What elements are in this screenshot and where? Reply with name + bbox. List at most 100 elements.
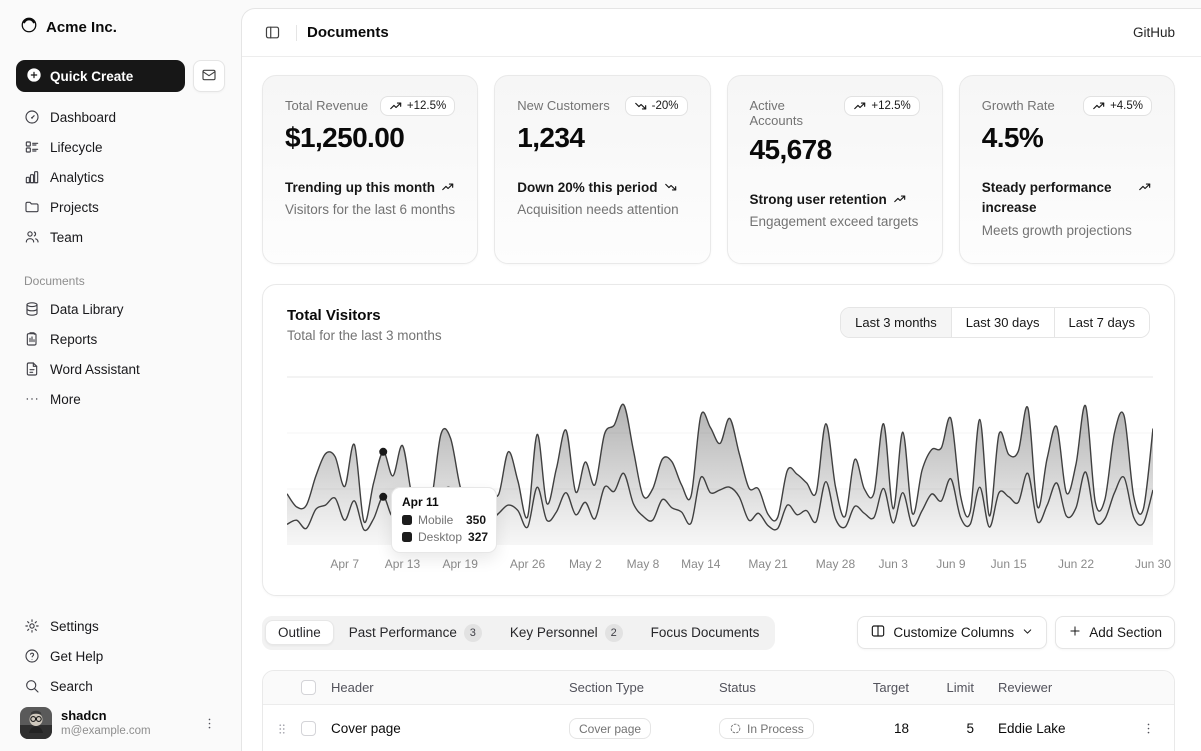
main-panel: Documents GitHub Total Revenue +12.5% $1…	[241, 8, 1201, 751]
search-icon	[24, 678, 40, 694]
stat-cards: Total Revenue +12.5% $1,250.00 Trending …	[262, 75, 1175, 264]
top-header: Documents GitHub	[242, 9, 1201, 57]
sidebar-item-dashboard[interactable]: Dashboard	[16, 102, 225, 132]
tooltip-date: Apr 11	[402, 495, 486, 509]
customize-columns-button[interactable]: Customize Columns	[857, 616, 1047, 649]
visitors-subtitle: Total for the last 3 months	[287, 328, 442, 343]
sidebar-nav-secondary: Settings Get Help Search	[16, 611, 225, 701]
x-axis-tick: Apr 19	[443, 557, 478, 571]
nav-label: Get Help	[50, 649, 103, 664]
range-last-3-months[interactable]: Last 3 months	[841, 308, 951, 337]
table-header-row: Header Section Type Status Target Limit …	[263, 671, 1174, 705]
customize-columns-label: Customize Columns	[893, 625, 1014, 640]
x-axis-tick: Jun 15	[991, 557, 1027, 571]
sidebar-toggle-button[interactable]	[258, 19, 286, 47]
col-section-type: Section Type	[569, 680, 719, 695]
user-email: m@example.com	[61, 724, 189, 738]
sidebar-nav-main: Dashboard Lifecycle Analytics Projects T…	[16, 102, 225, 252]
stat-label: New Customers	[517, 96, 609, 113]
trend-badge: +12.5%	[380, 96, 455, 116]
sidebar-group-label: Documents	[16, 274, 225, 288]
col-status: Status	[719, 680, 854, 695]
x-axis-tick: May 21	[748, 557, 787, 571]
series-swatch-icon	[402, 532, 412, 542]
series-name: Mobile	[418, 513, 453, 527]
tab-key-personnel[interactable]: Key Personnel2	[497, 619, 636, 647]
user-kebab-icon[interactable]	[198, 712, 221, 735]
tab-label: Key Personnel	[510, 625, 598, 640]
stat-footer-title: Trending up this month	[285, 178, 455, 198]
tab-outline[interactable]: Outline	[265, 620, 334, 645]
x-axis-tick: Apr 13	[385, 557, 420, 571]
sidebar-item-more[interactable]: More	[16, 384, 225, 414]
row-header[interactable]: Cover page	[331, 721, 569, 736]
trend-badge: +4.5%	[1083, 96, 1152, 116]
sidebar-item-team[interactable]: Team	[16, 222, 225, 252]
col-limit: Limit	[909, 680, 974, 695]
stat-label: Active Accounts	[750, 96, 839, 128]
logo-icon	[20, 16, 38, 38]
app-root: Acme Inc. Quick Create Dashboard Lifecyc…	[0, 0, 1201, 751]
row-reviewer: Eddie Lake	[974, 721, 1114, 736]
add-section-button[interactable]: Add Section	[1055, 616, 1175, 649]
nav-label: Projects	[50, 200, 99, 215]
sidebar-item-data-library[interactable]: Data Library	[16, 294, 225, 324]
header-divider	[296, 25, 297, 41]
sidebar-item-settings[interactable]: Settings	[16, 611, 225, 641]
columns-icon	[870, 623, 886, 642]
x-axis-tick: May 2	[569, 557, 602, 571]
nav-label: Analytics	[50, 170, 104, 185]
stat-footer-desc: Meets growth projections	[982, 221, 1152, 241]
inbox-button[interactable]	[193, 60, 225, 92]
row-actions-button[interactable]	[1137, 717, 1160, 740]
loader-icon	[729, 722, 742, 735]
row-checkbox[interactable]	[301, 721, 316, 736]
drag-handle-icon[interactable]	[263, 722, 301, 736]
quick-create-button[interactable]: Quick Create	[16, 60, 185, 92]
sidebar-item-search[interactable]: Search	[16, 671, 225, 701]
brand-name: Acme Inc.	[46, 19, 117, 36]
series-value: 327	[468, 530, 488, 544]
range-last-30-days[interactable]: Last 30 days	[951, 308, 1054, 337]
stat-value: 45,678	[750, 134, 920, 166]
x-axis-tick: May 14	[681, 557, 720, 571]
user-menu[interactable]: shadcn m@example.com	[16, 701, 225, 741]
tab-past-performance[interactable]: Past Performance3	[336, 619, 495, 647]
nav-label: Settings	[50, 619, 99, 634]
dashboard-icon	[24, 109, 40, 125]
sidebar-item-analytics[interactable]: Analytics	[16, 162, 225, 192]
brand[interactable]: Acme Inc.	[16, 14, 225, 38]
series-name: Desktop	[418, 530, 462, 544]
folder-icon	[24, 199, 40, 215]
trend-up-icon	[893, 192, 907, 206]
visitors-chart[interactable]: Apr 7Apr 13Apr 19Apr 26May 2May 8May 14M…	[287, 369, 1150, 575]
tab-focus-documents[interactable]: Focus Documents	[638, 620, 773, 645]
stat-label: Growth Rate	[982, 96, 1055, 113]
sidebar: Acme Inc. Quick Create Dashboard Lifecyc…	[0, 0, 241, 751]
page-title: Documents	[307, 24, 389, 41]
trend-down-icon	[664, 180, 678, 194]
trend-badge: -20%	[625, 96, 688, 116]
tab-count-badge: 3	[464, 624, 482, 642]
sidebar-item-lifecycle[interactable]: Lifecycle	[16, 132, 225, 162]
settings-icon	[24, 618, 40, 634]
sidebar-item-word-assistant[interactable]: Word Assistant	[16, 354, 225, 384]
select-all-checkbox[interactable]	[301, 680, 316, 695]
x-axis-tick: Jun 9	[936, 557, 965, 571]
table-row-cover-page: Cover page Cover page In Process 18 5 Ed…	[263, 705, 1174, 751]
sidebar-item-reports[interactable]: Reports	[16, 324, 225, 354]
visitors-title: Total Visitors	[287, 307, 442, 324]
sidebar-item-projects[interactable]: Projects	[16, 192, 225, 222]
tab-label: Outline	[278, 625, 321, 640]
x-axis-tick: Apr 26	[510, 557, 545, 571]
status-badge: In Process	[719, 718, 814, 739]
x-axis-tick: May 8	[627, 557, 660, 571]
row-target: 18	[854, 721, 909, 736]
github-link[interactable]: GitHub	[1133, 25, 1175, 40]
trend-badge: +12.5%	[844, 96, 919, 116]
series-swatch-icon	[402, 515, 412, 525]
trend-down-icon	[634, 99, 648, 113]
range-last-7-days[interactable]: Last 7 days	[1054, 308, 1150, 337]
main-content: Total Revenue +12.5% $1,250.00 Trending …	[242, 57, 1201, 751]
sidebar-item-get-help[interactable]: Get Help	[16, 641, 225, 671]
